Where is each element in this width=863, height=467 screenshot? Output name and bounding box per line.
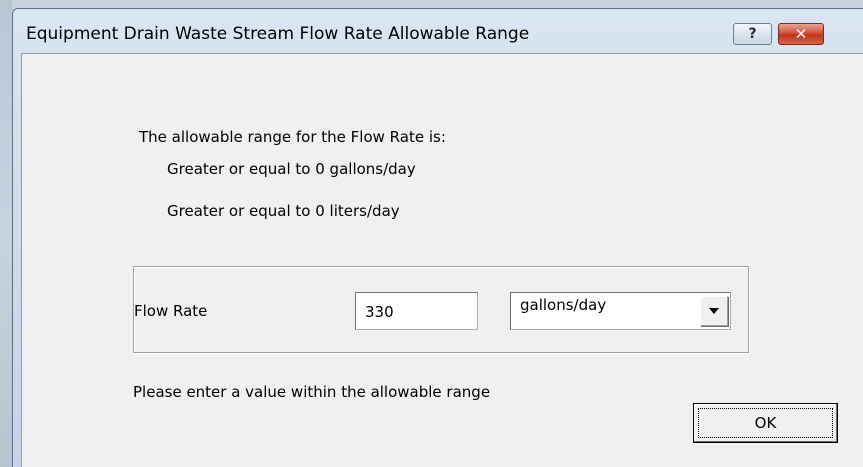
unit-select-value: gallons/day bbox=[520, 296, 607, 314]
help-icon: ? bbox=[748, 26, 757, 42]
flow-rate-input[interactable] bbox=[355, 292, 478, 330]
unit-select[interactable]: gallons/day bbox=[510, 292, 731, 330]
range-liters-text: Greater or equal to 0 liters/day bbox=[167, 202, 400, 220]
help-button[interactable]: ? bbox=[733, 23, 772, 45]
desktop-background bbox=[0, 0, 12, 467]
validation-message: Please enter a value within the allowabl… bbox=[133, 383, 491, 401]
dropdown-arrow-button[interactable] bbox=[700, 296, 728, 326]
close-icon: ✕ bbox=[794, 25, 808, 43]
ok-button[interactable]: OK bbox=[693, 403, 838, 443]
flow-rate-label: Flow Rate bbox=[134, 302, 208, 320]
range-gallons-text: Greater or equal to 0 gallons/day bbox=[167, 160, 416, 178]
window-title: Equipment Drain Waste Stream Flow Rate A… bbox=[26, 24, 530, 44]
dialog-body: The allowable range for the Flow Rate is… bbox=[21, 53, 863, 467]
chevron-down-icon bbox=[709, 308, 719, 314]
dialog-window: Equipment Drain Waste Stream Flow Rate A… bbox=[12, 8, 863, 467]
range-intro-text: The allowable range for the Flow Rate is… bbox=[139, 128, 446, 146]
close-button[interactable]: ✕ bbox=[778, 23, 824, 45]
ok-button-label: OK bbox=[698, 408, 833, 438]
